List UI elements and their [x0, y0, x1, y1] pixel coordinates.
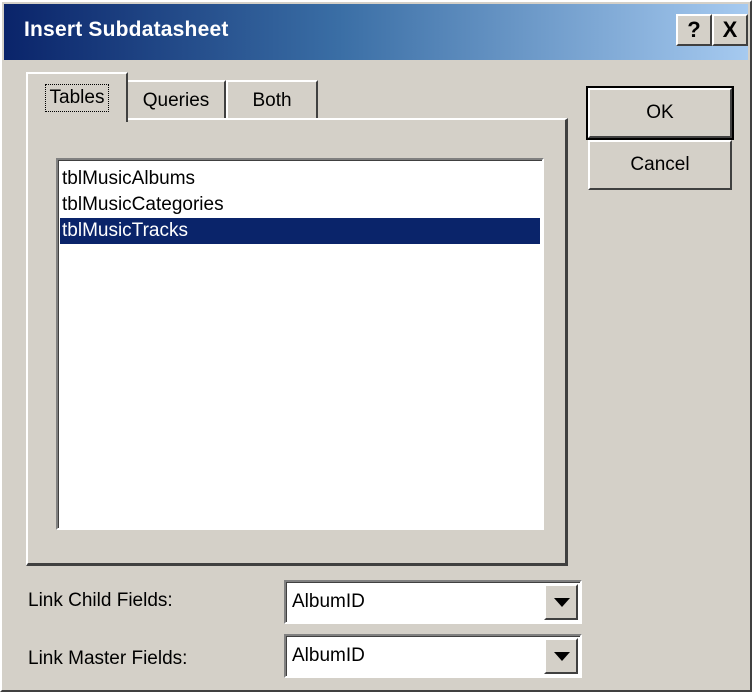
close-icon: X — [722, 17, 738, 42]
tab-queries[interactable]: Queries — [126, 80, 226, 120]
list-item-selected[interactable]: tblMusicTracks — [60, 218, 540, 244]
dialog-title: Insert Subdatasheet — [24, 18, 229, 41]
table-listbox[interactable]: tblMusicAlbums tblMusicCategories tblMus… — [56, 158, 544, 530]
chevron-down-icon[interactable] — [544, 584, 578, 620]
chevron-down-icon[interactable] — [544, 638, 578, 674]
title-bar[interactable]: Insert Subdatasheet ? X — [4, 4, 748, 60]
cancel-button[interactable]: Cancel — [588, 140, 732, 190]
tab-tables-label: Tables — [44, 84, 110, 112]
help-button[interactable]: ? — [676, 14, 712, 46]
close-button[interactable]: X — [712, 14, 748, 46]
link-child-fields-combo[interactable]: AlbumID — [284, 580, 582, 624]
list-item[interactable]: tblMusicCategories — [60, 192, 540, 218]
tab-both-label: Both — [252, 90, 292, 111]
tab-both[interactable]: Both — [226, 80, 318, 120]
link-child-fields-label: Link Child Fields: — [28, 590, 173, 611]
list-item[interactable]: tblMusicAlbums — [60, 166, 540, 192]
tab-tables[interactable]: Tables — [26, 72, 128, 122]
link-child-fields-value[interactable]: AlbumID — [292, 582, 365, 622]
tab-panel: tblMusicAlbums tblMusicCategories tblMus… — [26, 118, 568, 566]
ok-button[interactable]: OK — [586, 86, 734, 140]
link-master-fields-label: Link Master Fields: — [28, 648, 188, 669]
tab-queries-label: Queries — [142, 90, 210, 111]
link-master-fields-combo[interactable]: AlbumID — [284, 634, 582, 678]
link-master-fields-value[interactable]: AlbumID — [292, 636, 365, 676]
help-icon: ? — [687, 17, 701, 42]
